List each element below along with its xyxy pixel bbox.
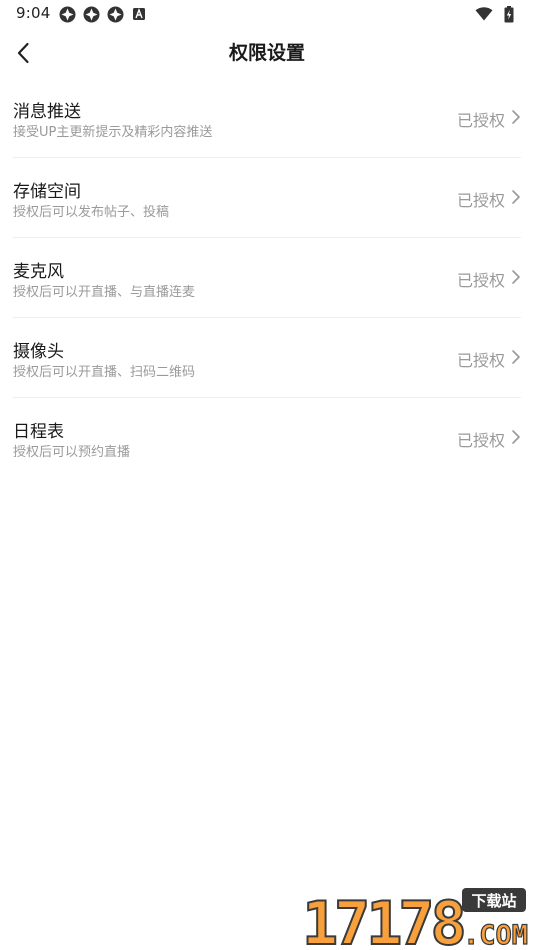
permission-row-camera[interactable]: 摄像头 授权后可以开直播、扫码二维码 已授权 <box>13 318 521 398</box>
status-icons-left <box>58 5 148 23</box>
permission-row-storage[interactable]: 存储空间 授权后可以发布帖子、投稿 已授权 <box>13 158 521 238</box>
permission-row-calendar[interactable]: 日程表 授权后可以预约直播 已授权 <box>13 398 521 478</box>
permission-name: 日程表 <box>13 422 64 442</box>
status-icons-right <box>475 5 518 23</box>
permission-status: 已授权 <box>456 191 505 210</box>
permission-description: 授权后可以预约直播 <box>13 445 131 460</box>
chevron-right-icon <box>512 190 520 204</box>
permission-name: 麦克风 <box>13 262 64 282</box>
permission-status: 已授权 <box>456 431 505 450</box>
watermark-domain: .COM <box>463 920 528 948</box>
app-notification-icon <box>106 5 124 23</box>
permission-description: 授权后可以开直播、与直播连麦 <box>13 285 196 300</box>
permission-row-microphone[interactable]: 麦克风 授权后可以开直播、与直播连麦 已授权 <box>13 238 521 318</box>
permission-status: 已授权 <box>456 111 505 130</box>
chevron-right-icon <box>512 350 520 364</box>
app-notification-icon <box>58 5 76 23</box>
chevron-right-icon <box>512 110 520 124</box>
nav-bar: 权限设置 <box>0 28 534 78</box>
watermark-number: 17178 <box>302 889 463 948</box>
permission-row-notifications[interactable]: 消息推送 接受UP主更新提示及精彩内容推送 已授权 <box>13 78 521 158</box>
battery-charging-icon <box>500 5 518 23</box>
permission-status: 已授权 <box>456 351 505 370</box>
permission-name: 存储空间 <box>13 182 81 202</box>
permission-description: 授权后可以发布帖子、投稿 <box>13 205 170 220</box>
permission-description: 授权后可以开直播、扫码二维码 <box>13 365 196 380</box>
status-time: 9:04 <box>16 4 51 22</box>
wifi-icon <box>475 5 493 23</box>
font-a-icon <box>130 5 148 23</box>
chevron-right-icon <box>512 430 520 444</box>
permission-list: 消息推送 接受UP主更新提示及精彩内容推送 已授权 存储空间 授权后可以发布帖子… <box>13 78 521 478</box>
chevron-right-icon <box>512 270 520 284</box>
watermark-logo: 17178 下载站 .COM <box>301 888 528 948</box>
page-title: 权限设置 <box>228 42 305 64</box>
app-notification-icon <box>82 5 100 23</box>
watermark-badge: 下载站 <box>471 892 516 910</box>
status-bar: 9:04 <box>0 0 534 28</box>
permission-description: 接受UP主更新提示及精彩内容推送 <box>13 125 213 140</box>
permission-name: 消息推送 <box>13 102 81 122</box>
permission-status: 已授权 <box>456 271 505 290</box>
permission-name: 摄像头 <box>13 342 64 362</box>
